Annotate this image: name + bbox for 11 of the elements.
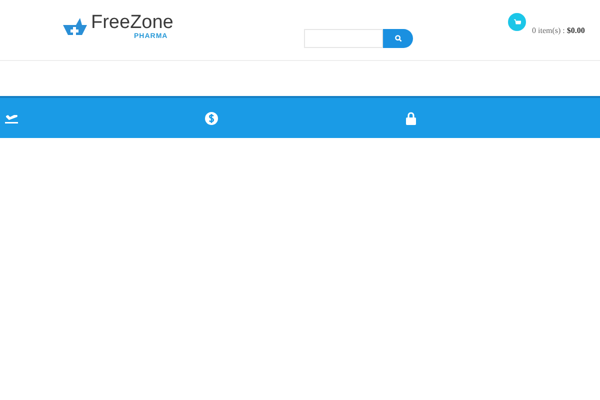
search-field[interactable] xyxy=(304,29,383,48)
boat-cross-icon xyxy=(62,16,88,38)
logo-name: FreeZone xyxy=(91,13,174,33)
cart-button[interactable] xyxy=(508,13,526,31)
cart-summary[interactable]: 0 item(s) : $0.00 xyxy=(532,26,585,35)
search-icon xyxy=(394,35,402,42)
search-button[interactable] xyxy=(383,29,413,48)
plane-icon xyxy=(5,112,19,124)
lock-icon xyxy=(406,112,416,124)
dollar-icon xyxy=(205,112,218,124)
cart-icon xyxy=(514,18,520,26)
